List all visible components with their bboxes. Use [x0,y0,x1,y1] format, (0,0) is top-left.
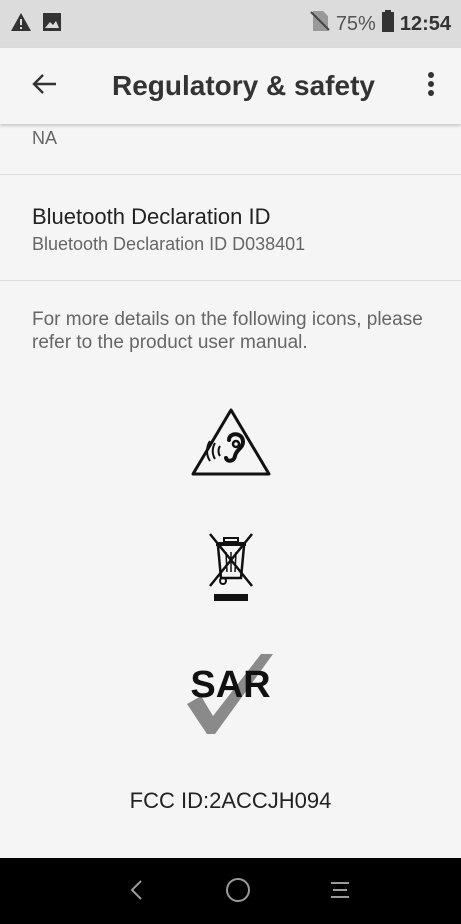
back-nav-icon [127,878,147,907]
more-options-button[interactable] [409,64,453,108]
clock: 12:54 [399,12,451,35]
nav-recents-button[interactable] [318,870,362,914]
hearing-warning-block [0,406,461,483]
bluetooth-declaration-item[interactable]: Bluetooth Declaration ID Bluetooth Decla… [0,204,461,255]
list-item-title: Bluetooth Declaration ID [32,204,271,229]
weee-crossed-bin-icon [208,532,254,609]
home-nav-icon [224,876,252,909]
divider [0,280,461,281]
status-left-icons [10,12,62,37]
battery-icon [381,10,394,38]
image-notification-icon [42,12,62,37]
fcc-id: FCC ID:2ACCJH094 [129,788,332,813]
weee-block [0,532,461,609]
page-title: Regulatory & safety [112,70,375,101]
recents-nav-icon [328,878,352,907]
no-sim-icon [310,10,330,38]
hearing-warning-icon [189,406,273,483]
navigation-bar [0,858,461,924]
more-vert-icon [427,71,435,102]
nav-back-button[interactable] [115,870,159,914]
settings-list[interactable]: NA Bluetooth Declaration ID Bluetooth De… [0,124,461,858]
status-bar: 75% 12:54 [0,0,461,48]
list-item-summary: Bluetooth Declaration ID D038401 [32,234,306,254]
sar-check-icon: SAR [181,644,281,736]
list-item-summary: NA [32,128,58,148]
status-right-icons: 75% 12:54 [310,10,451,38]
battery-percent: 75% [335,12,376,35]
icons-note: For more details on the following icons,… [32,309,423,353]
nav-home-button[interactable] [216,870,260,914]
warning-icon [10,12,32,37]
app-bar: Regulatory & safety [0,48,461,124]
sar-block: SAR [0,644,461,736]
arrow-left-icon [31,73,57,100]
divider [0,174,461,175]
partial-list-item[interactable]: NA [0,128,461,149]
sar-label: SAR [190,664,271,706]
back-button[interactable] [22,64,66,108]
